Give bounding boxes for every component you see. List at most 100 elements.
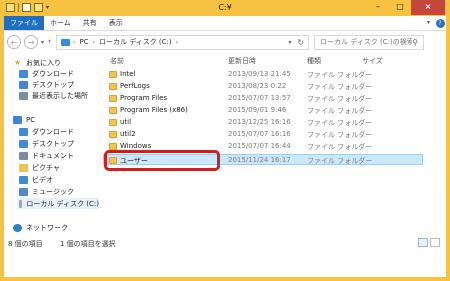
item-count: 8 個の項目 [8,240,43,248]
table-row[interactable]: Intel 2013/09/13 21:45 ファイル フォルダー [100,69,446,80]
pc-icon [61,38,71,46]
breadcrumb-local-disk[interactable]: ローカル ディスク (C:) [99,37,172,47]
file-type: ファイル フォルダー [307,107,373,115]
file-type: ファイル フォルダー [307,95,373,103]
window-controls: – □ × [367,0,445,15]
search-icon: ⚲ [412,37,419,47]
search-input[interactable]: ローカル ディスク (C:)の検索 ⚲ [314,34,425,50]
nav-network[interactable]: ネットワーク [13,222,68,233]
ribbon-tabs: ファイル ホーム 共有 表示 ▾ ? [4,16,446,31]
breadcrumb-pc[interactable]: PC [79,38,88,46]
file-name: util [120,118,132,126]
highlight-box [104,150,220,171]
tab-file[interactable]: ファイル [4,16,44,30]
nav-fav-recent[interactable]: 最近表示した場所 [19,90,88,101]
forward-button[interactable]: → [24,35,38,49]
pictures-icon [19,163,28,172]
download-icon [19,127,28,136]
table-row[interactable]: Program Files (x86) 2015/09/01 9:46 ファイル… [100,105,446,116]
column-header-type[interactable]: 種類 [307,56,321,66]
folder-icon [109,119,117,126]
view-switcher [418,238,440,247]
tab-home[interactable]: ホーム [44,16,77,30]
folder-icon [109,95,117,102]
nav-fav-downloads[interactable]: ダウンロード [19,68,74,79]
pc-icon [13,115,22,124]
help-button[interactable]: ? [434,16,446,30]
download-icon [19,69,28,78]
file-type: ファイル フォルダー [307,71,373,79]
documents-icon [19,151,28,160]
desktop-icon [19,80,28,89]
nav-pc-pictures[interactable]: ピクチャ [19,162,60,173]
folder-icon [109,71,117,78]
title-bar: ▾ C:¥ – □ × [0,0,450,16]
file-type: ファイル フォルダー [307,131,373,139]
address-toolbar: ← → ▾ ↑ › PC › ローカル ディスク (C:) › ▾ ↻ ローカル… [4,31,446,53]
file-type: ファイル フォルダー [307,83,373,91]
file-name: Program Files (x86) [120,106,188,114]
table-row[interactable]: Program Files 2015/07/07 13:57 ファイル フォルダ… [100,93,446,104]
network-icon [13,223,22,232]
file-type: ファイル フォルダー [307,157,373,165]
file-type: ファイル フォルダー [307,119,373,127]
file-name: Program Files [120,94,168,102]
large-icons-view-button[interactable] [430,238,440,247]
details-view-button[interactable] [418,238,428,247]
nav-pc-documents[interactable]: ドキュメント [19,150,74,161]
status-bar: 8 個の項目 1 個の項目を選択 [4,237,446,249]
file-date: 2013/09/13 21:45 [228,70,291,78]
file-date: 2015/09/01 9:46 [228,106,287,114]
file-name: Intel [120,70,136,78]
folder-icon [109,107,117,114]
column-header-date[interactable]: 更新日時 [228,56,256,66]
column-header-size[interactable]: サイズ [362,56,383,66]
back-button[interactable]: ← [7,35,21,49]
music-icon [19,187,28,196]
videos-icon [19,175,28,184]
desktop-icon [19,139,28,148]
file-date: 2015/07/07 16:16 [228,130,291,138]
nav-pc-videos[interactable]: ビデオ [19,174,53,185]
file-date: 2013/12/25 16:16 [228,118,291,126]
star-icon: ★ [13,57,22,67]
table-row[interactable]: PerfLogs 2013/08/23 0:22 ファイル フォルダー [100,81,446,92]
address-dropdown-icon[interactable]: ▾ [288,39,291,46]
tab-view[interactable]: 表示 [103,16,129,30]
nav-pc[interactable]: PC [13,114,35,125]
expand-ribbon-icon[interactable]: ▾ [427,16,434,30]
recent-locations-icon[interactable]: ▾ [41,39,44,46]
table-row[interactable]: util 2013/12/25 16:16 ファイル フォルダー [100,117,446,128]
refresh-icon[interactable]: ↻ [297,38,304,47]
help-icon: ? [435,18,445,28]
up-button[interactable]: ↑ [47,39,52,46]
maximize-button[interactable]: □ [389,0,411,15]
file-date: 2015/07/07 16:44 [228,142,291,150]
table-row[interactable]: util2 2015/07/07 16:16 ファイル フォルダー [100,129,446,140]
file-list: 名前 更新日時 種類 サイズ Intel 2013/09/13 21:45 ファ… [100,53,446,237]
file-date: 2015/11/24 16:17 [228,156,291,164]
nav-pc-desktop[interactable]: デスクトップ [19,138,74,149]
file-date: 2013/08/23 0:22 [228,82,287,90]
nav-pc-music[interactable]: ミュージック [19,186,74,197]
folder-icon [109,131,117,138]
folder-icon [109,83,117,90]
file-type: ファイル フォルダー [307,143,373,151]
file-name: PerfLogs [120,82,150,90]
minimize-button[interactable]: – [367,0,389,15]
recent-places-icon [19,91,28,100]
search-placeholder: ローカル ディスク (C:)の検索 [320,38,413,46]
explorer-window: ▾ C:¥ – □ × ファイル ホーム 共有 表示 ▾ ? ← → ▾ ↑ ›… [0,0,450,281]
column-header-name[interactable]: 名前 [110,56,124,66]
file-name: Windows [120,142,152,150]
address-bar[interactable]: › PC › ローカル ディスク (C:) › ▾ ↻ [56,34,310,50]
selection-count: 1 個の項目を選択 [60,240,116,248]
file-date: 2015/07/07 13:57 [228,94,291,102]
nav-pc-downloads[interactable]: ダウンロード [19,126,74,137]
nav-favorites[interactable]: ★ お気に入り [13,57,61,68]
close-button[interactable]: × [411,0,445,15]
tab-share[interactable]: 共有 [77,16,103,30]
nav-pc-local-disk[interactable]: ローカル ディスク (C:) [17,198,99,209]
navigation-pane: ★ お気に入り ダウンロード デスクトップ 最近表示した場所 PC ダウンロード… [4,53,100,237]
nav-fav-desktop[interactable]: デスクトップ [19,79,74,90]
